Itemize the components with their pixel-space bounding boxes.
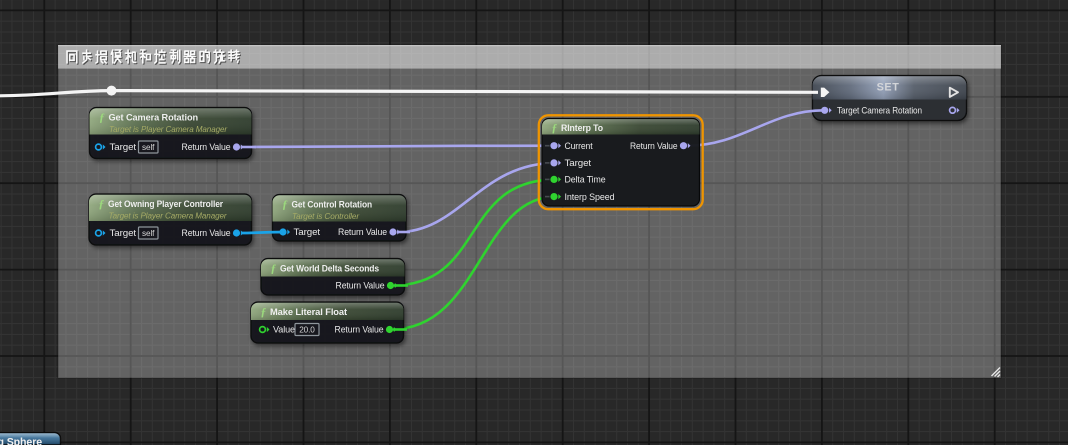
svg-text:self: self — [142, 143, 155, 152]
svg-text:self: self — [142, 229, 155, 238]
svg-text:ƒ: ƒ — [282, 199, 288, 211]
svg-text:Return Value: Return Value — [182, 228, 231, 238]
svg-text:Get Owning Player Controller: Get Owning Player Controller — [108, 198, 223, 209]
svg-text:ƒ: ƒ — [99, 199, 105, 211]
svg-text:Delta Time: Delta Time — [565, 175, 606, 185]
svg-text:ƒ: ƒ — [552, 123, 558, 135]
svg-text:20.0: 20.0 — [299, 325, 315, 334]
svg-text:Return Value: Return Value — [182, 142, 231, 152]
svg-text:RInterp To: RInterp To — [561, 122, 603, 133]
svg-text:Get World Delta Seconds: Get World Delta Seconds — [280, 263, 379, 274]
svg-text:Target Camera Rotation: Target Camera Rotation — [837, 106, 922, 116]
svg-text:Target is Player Camera Manage: Target is Player Camera Manager — [109, 124, 228, 134]
svg-text:Get Control Rotation: Get Control Rotation — [292, 199, 373, 210]
svg-text:g Sphere: g Sphere — [0, 436, 42, 445]
svg-text:Target: Target — [565, 158, 592, 168]
svg-text:Target: Target — [294, 227, 321, 237]
svg-text:Current: Current — [565, 141, 594, 151]
svg-text:Return Value: Return Value — [335, 325, 384, 335]
svg-text:Value: Value — [273, 325, 295, 335]
svg-text:SET: SET — [877, 82, 900, 94]
svg-text:Target is Player Camera Manage: Target is Player Camera Manager — [109, 211, 228, 221]
svg-text:Target: Target — [110, 142, 137, 152]
svg-text:Return Value: Return Value — [338, 227, 387, 237]
svg-text:Interp Speed: Interp Speed — [565, 192, 615, 202]
svg-text:ƒ: ƒ — [261, 307, 267, 319]
svg-text:Target is Controller: Target is Controller — [292, 211, 360, 221]
svg-text:Get Camera Rotation: Get Camera Rotation — [109, 112, 199, 123]
svg-text:Target: Target — [110, 228, 137, 238]
svg-text:Make Literal Float: Make Literal Float — [270, 306, 347, 317]
svg-text:ƒ: ƒ — [99, 112, 105, 124]
svg-text:Return Value: Return Value — [336, 281, 385, 291]
svg-text:Return Value: Return Value — [630, 141, 678, 151]
svg-text:ƒ: ƒ — [271, 263, 277, 275]
